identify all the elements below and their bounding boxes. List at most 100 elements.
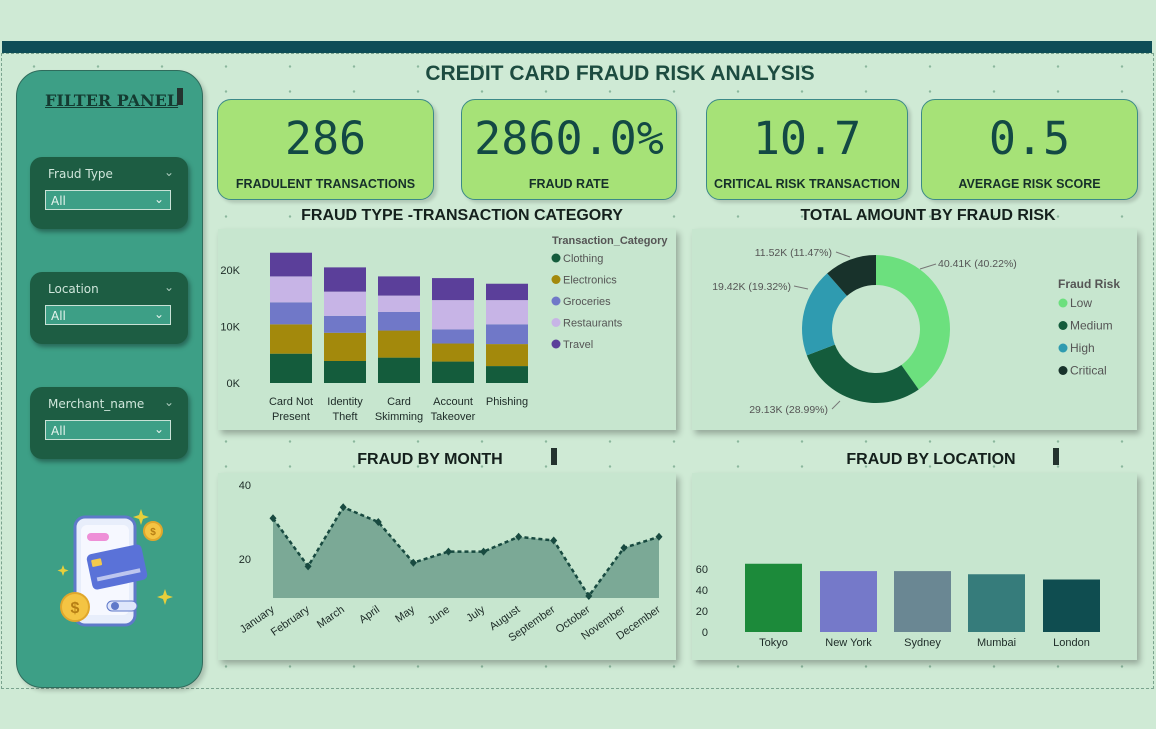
dropdown-value: All — [51, 424, 66, 438]
chart-panel-by-location: 0 20 40 60 Tokyo New York Sydney Mumbai London — [692, 473, 1137, 660]
bar-segment-restaurants — [270, 276, 312, 303]
kpi-card-average-risk-score[interactable]: 0.5 AVERAGE RISK SCORE — [921, 99, 1138, 200]
dropdown-arrow-icon[interactable]: ⌄ — [154, 307, 164, 321]
chevron-down-icon[interactable]: ⌄ — [164, 165, 174, 179]
data-label: 19.42K (19.32%) — [712, 281, 791, 293]
data-label: 29.13K (28.99%) — [749, 404, 828, 416]
slicer-fraud-type: Fraud Type ⌄ All ⌄ — [30, 157, 188, 229]
chart-panel-amount-risk: 40.41K (40.22%) 29.13K (28.99%) 19.42K (19… — [692, 229, 1137, 430]
kpi-value: 10.7 — [752, 112, 862, 165]
bar-segment-groceries — [432, 329, 474, 344]
x-tick-label: New York — [825, 637, 872, 649]
bar-segment-electronics — [324, 332, 366, 362]
bar-segment-travel — [432, 278, 474, 301]
x-tick-label: Card — [387, 396, 411, 408]
x-tick-label: Takeover — [431, 411, 476, 423]
bar-segment-travel — [270, 252, 312, 277]
bar-london — [1043, 579, 1100, 632]
bar-segment-clothing — [270, 353, 312, 383]
y-tick-label: 0 — [702, 627, 708, 639]
data-label: 40.41K (40.22%) — [938, 258, 1017, 270]
chevron-down-icon[interactable]: ⌄ — [164, 395, 174, 409]
bar-segment-restaurants — [378, 295, 420, 312]
x-tick-label: July — [464, 603, 487, 624]
svg-text:$: $ — [71, 600, 80, 617]
bar-segment-clothing — [432, 361, 474, 383]
kpi-value: 286 — [284, 112, 367, 165]
x-tick-label: Mumbai — [977, 637, 1016, 649]
leader-line — [831, 400, 841, 410]
bar-segment-restaurants — [432, 300, 474, 330]
bar-segment-travel — [378, 276, 420, 296]
y-tick-label: 0K — [227, 378, 241, 390]
x-tick-label: Theft — [332, 411, 357, 423]
legend-label: High — [1070, 341, 1095, 355]
x-tick-label: May — [393, 603, 417, 625]
x-tick-label: February — [269, 603, 312, 638]
bar-segment-clothing — [378, 357, 420, 383]
y-tick-label: 10K — [220, 322, 240, 334]
legend-label: Restaurants — [563, 318, 623, 330]
x-tick-label: Identity — [327, 396, 363, 408]
kpi-label: AVERAGE RISK SCORE — [958, 177, 1101, 191]
legend-marker — [551, 339, 561, 349]
chevron-down-icon[interactable]: ⌄ — [164, 280, 174, 294]
x-tick-label: June — [426, 604, 452, 628]
kpi-card-fraud-rate[interactable]: 2860.0% FRAUD RATE — [461, 99, 677, 200]
donut-chart[interactable]: 40.41K (40.22%) 29.13K (28.99%) 19.42K (19… — [692, 229, 1137, 430]
filter-panel-marker — [177, 88, 183, 105]
kpi-card-fraudulent-transactions[interactable]: 286 FRADULENT TRANSACTIONS — [217, 99, 434, 200]
legend-marker — [1058, 321, 1068, 330]
bar-new-york — [820, 571, 877, 632]
legend-title: Fraud Risk — [1058, 277, 1120, 291]
visual-marker — [1053, 448, 1059, 465]
x-tick-label: Phishing — [486, 396, 528, 408]
x-tick-label: Tokyo — [759, 637, 788, 649]
x-tick-label: Present — [272, 411, 310, 423]
leader-line — [835, 251, 851, 258]
kpi-card-critical-risk[interactable]: 10.7 CRITICAL RISK TRANSACTION — [706, 99, 908, 200]
stacked-bar-chart[interactable]: 0K 10K 20K Card Not Present Identity Theft Card… — [218, 229, 676, 430]
bar-segment-electronics — [378, 330, 420, 358]
legend-label: Electronics — [563, 275, 617, 287]
bar-segment-clothing — [324, 361, 366, 383]
bar-segment-groceries — [378, 311, 420, 331]
dropdown-arrow-icon[interactable]: ⌄ — [154, 422, 164, 436]
legend-label: Medium — [1070, 319, 1113, 333]
dropdown-arrow-icon[interactable]: ⌄ — [154, 192, 164, 206]
section-title-by-location: FRAUD BY LOCATION — [846, 451, 1016, 468]
svg-text:$: $ — [150, 527, 156, 538]
merchant-name-dropdown[interactable]: All ⌄ — [45, 420, 171, 440]
bar-segment-restaurants — [486, 300, 528, 325]
fraud-type-dropdown[interactable]: All ⌄ — [45, 190, 171, 210]
x-tick-label: Card Not — [269, 396, 313, 408]
location-bar-chart[interactable]: 0 20 40 60 Tokyo New York Sydney Mumbai London — [692, 473, 1137, 660]
y-tick-label: 40 — [696, 585, 708, 597]
bar-segment-electronics — [270, 324, 312, 354]
data-label: 11.52K (11.47%) — [755, 247, 832, 259]
bar-segment-restaurants — [324, 291, 366, 316]
dropdown-value: All — [51, 309, 66, 323]
bar-tokyo — [745, 563, 802, 632]
chart-panel-fraud-type: 0K 10K 20K Card Not Present Identity Theft Card… — [218, 229, 676, 430]
leader-line — [919, 263, 937, 270]
legend-marker — [551, 318, 561, 327]
legend-marker — [551, 296, 561, 306]
slicer-label: Fraud Type — [48, 167, 113, 181]
legend-marker — [1058, 366, 1068, 375]
x-tick-label: Skimming — [375, 411, 423, 423]
x-tick-label: London — [1053, 637, 1090, 649]
bar-segment-groceries — [270, 302, 312, 325]
section-title-amount-risk: TOTAL AMOUNT BY FRAUD RISK — [800, 207, 1056, 224]
area-chart[interactable]: 2040JanuaryFebruary March April May June July… — [218, 473, 676, 660]
y-tick-label: 20 — [696, 606, 708, 618]
x-tick-label: Sydney — [904, 637, 941, 649]
location-dropdown[interactable]: All ⌄ — [45, 305, 171, 325]
bar-segment-electronics — [432, 343, 474, 362]
bar-sydney — [894, 571, 951, 632]
legend-label: Travel — [563, 339, 593, 351]
page-title: CREDIT CARD FRAUD RISK ANALYSIS — [425, 62, 815, 85]
bar-segment-groceries — [486, 324, 528, 345]
slicer-location: Location ⌄ All ⌄ — [30, 272, 188, 344]
bar-mumbai — [968, 574, 1025, 632]
